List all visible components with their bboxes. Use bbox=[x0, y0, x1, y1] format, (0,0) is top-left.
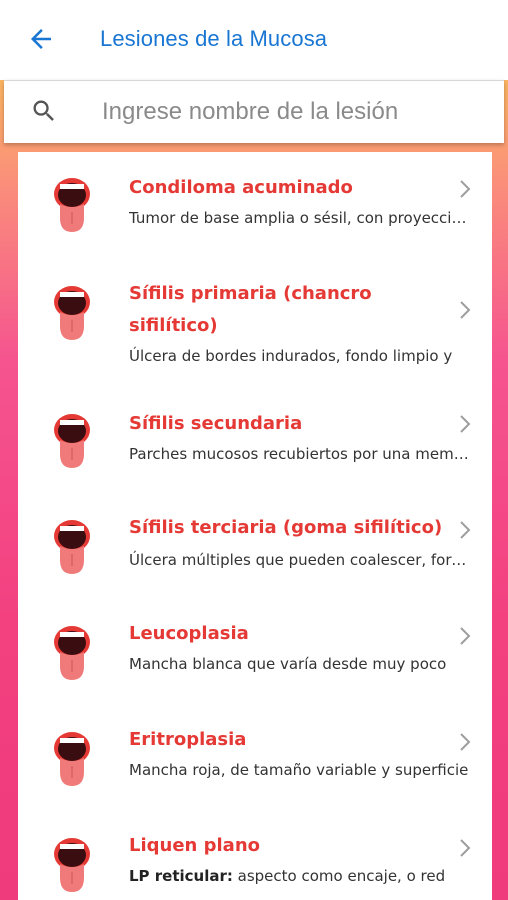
lesion-title: Sífilis terciaria (goma sifilítico) bbox=[129, 517, 443, 538]
chevron-right-icon bbox=[460, 627, 471, 645]
mouth-icon bbox=[54, 286, 90, 340]
lesion-description: Mancha blanca que varía desde muy poco bbox=[129, 655, 447, 673]
lesion-description: Tumor de base amplia o sésil, con proyec… bbox=[129, 209, 469, 227]
lesion-title: Sífilis primaria (chancro sifilítico) bbox=[129, 283, 372, 336]
chevron-right-icon bbox=[460, 180, 471, 198]
list-item[interactable]: Eritroplasia Mancha roja, de tamaño vari… bbox=[18, 706, 492, 812]
chevron-right-icon bbox=[460, 839, 471, 857]
list-item[interactable]: Condiloma acuminado Tumor de base amplia… bbox=[18, 152, 492, 258]
lesion-description: LP reticular: aspecto como encaje, o red bbox=[129, 866, 469, 886]
mouth-icon bbox=[54, 626, 90, 680]
lesion-description: Parches mucosos recubiertos por una memb… bbox=[129, 445, 469, 463]
arrow-left-icon[interactable] bbox=[26, 24, 56, 54]
chevron-right-icon bbox=[460, 733, 471, 751]
lesion-description-bold: LP reticular: bbox=[129, 867, 233, 885]
search-icon bbox=[33, 100, 54, 121]
lesion-description: Úlcera múltiples que pueden coalescer, f… bbox=[129, 551, 469, 569]
chevron-right-icon bbox=[460, 415, 471, 433]
list-item[interactable]: Leucoplasia Mancha blanca que varía desd… bbox=[18, 600, 492, 706]
search-input[interactable] bbox=[100, 93, 484, 131]
mouth-icon bbox=[54, 520, 90, 574]
list-item[interactable]: Sífilis primaria (chancro sifilítico) Úl… bbox=[18, 258, 492, 388]
lesion-description: Mancha roja, de tamaño variable y superf… bbox=[129, 761, 469, 779]
lesion-title: Leucoplasia bbox=[129, 623, 249, 644]
lesion-title: Condiloma acuminado bbox=[129, 177, 353, 198]
lesion-title: Sífilis secundaria bbox=[129, 413, 303, 434]
list-item[interactable]: Sífilis terciaria (goma sifilítico) Úlce… bbox=[18, 494, 492, 600]
chevron-right-icon bbox=[460, 521, 471, 539]
list-item[interactable]: Sífilis secundaria Parches mucosos recub… bbox=[18, 388, 492, 494]
lesion-description: Úlcera de bordes indurados, fondo limpio… bbox=[129, 347, 453, 365]
app-bar: Lesiones de la Mucosa bbox=[0, 0, 508, 80]
mouth-icon bbox=[54, 178, 90, 232]
page-title: Lesiones de la Mucosa bbox=[100, 26, 328, 51]
lesion-title: Eritroplasia bbox=[129, 729, 247, 750]
chevron-right-icon bbox=[460, 301, 471, 319]
search-bar bbox=[4, 80, 504, 143]
mouth-icon bbox=[54, 414, 90, 468]
lesion-description-rest: aspecto como encaje, o red bbox=[232, 867, 446, 885]
lesion-title: Liquen plano bbox=[129, 835, 261, 856]
list-item[interactable]: Liquen plano LP reticular: aspecto como … bbox=[18, 812, 492, 900]
mouth-icon bbox=[54, 838, 90, 892]
lesion-list: Condiloma acuminado Tumor de base amplia… bbox=[18, 152, 492, 900]
mouth-icon bbox=[54, 732, 90, 786]
